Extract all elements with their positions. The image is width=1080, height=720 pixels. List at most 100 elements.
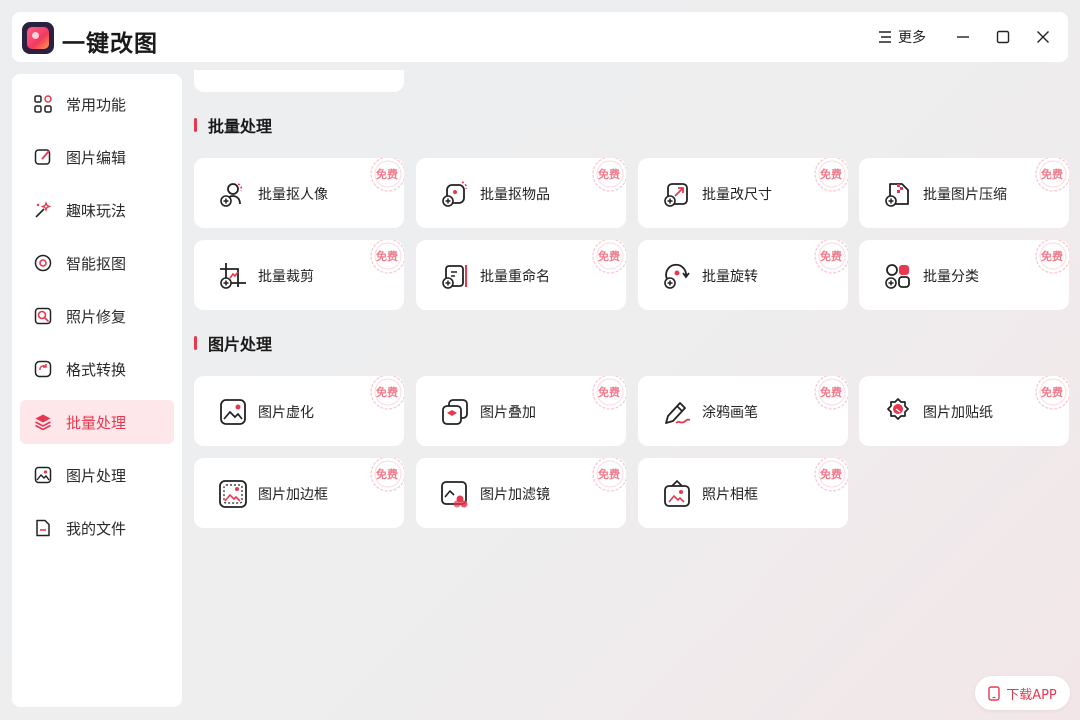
classify-icon — [885, 264, 910, 289]
sidebar-item-my-files[interactable]: 我的文件 — [20, 506, 174, 550]
free-badge: 免费 — [598, 468, 620, 481]
more-button[interactable]: 更多 — [878, 26, 926, 48]
card-label: 批量抠人像 — [258, 187, 328, 203]
sidebar-item-photo-repair[interactable]: 照片修复 — [20, 294, 174, 338]
border-icon — [219, 480, 247, 508]
card-label: 照片相框 — [702, 487, 758, 503]
card-label: 批量图片压缩 — [923, 187, 1007, 203]
free-badge: 免费 — [376, 468, 398, 481]
card-label: 批量改尺寸 — [702, 187, 772, 203]
card-label: 批量抠物品 — [480, 187, 550, 203]
free-badge: 免费 — [376, 168, 398, 181]
free-badge: 免费 — [376, 386, 398, 399]
card-image-sticker[interactable]: 图片加贴纸 免费 — [859, 376, 1069, 446]
close-button[interactable] — [1030, 24, 1056, 50]
free-badge: 免费 — [1041, 168, 1063, 181]
app-title: 一键改图 — [62, 31, 158, 57]
sidebar-item-label: 批量处理 — [66, 414, 127, 432]
sidebar: 常用功能 图片编辑 趣味玩法 智能抠图 照片修复 格式转换 批量处理 图片处理 … — [12, 74, 182, 707]
sidebar-item-common[interactable]: 常用功能 — [20, 82, 174, 126]
free-badge: 免费 — [376, 250, 398, 263]
card-batch-portrait-cutout[interactable]: 批量抠人像 免费 — [194, 158, 404, 228]
card-label: 涂鸦画笔 — [702, 405, 758, 421]
maximize-button[interactable] — [990, 24, 1016, 50]
sidebar-item-fun[interactable]: 趣味玩法 — [20, 188, 174, 232]
layers-icon — [35, 414, 51, 431]
partial-card — [194, 70, 404, 92]
compress-icon — [885, 183, 909, 207]
card-doodle-pen[interactable]: 涂鸦画笔 免费 — [638, 376, 848, 446]
sidebar-item-format-convert[interactable]: 格式转换 — [20, 347, 174, 391]
maximize-icon — [996, 30, 1010, 44]
filter-icon — [441, 481, 468, 508]
free-badge: 免费 — [1041, 386, 1063, 399]
download-app-label: 下载APP — [1006, 687, 1057, 703]
sidebar-item-label: 趣味玩法 — [66, 202, 127, 220]
section-title-text: 批量处理 — [208, 117, 273, 136]
card-label: 图片加边框 — [258, 487, 328, 503]
card-label: 批量裁剪 — [258, 269, 314, 285]
close-icon — [1037, 31, 1049, 43]
minimize-button[interactable] — [950, 24, 976, 50]
card-label: 批量分类 — [923, 269, 979, 285]
resize-icon — [664, 183, 688, 207]
repair-icon — [34, 307, 52, 325]
card-label: 图片叠加 — [480, 405, 536, 421]
card-image-border[interactable]: 图片加边框 免费 — [194, 458, 404, 528]
sidebar-item-smart-cutout[interactable]: 智能抠图 — [20, 241, 174, 285]
app-logo-icon — [22, 22, 54, 54]
section-title-image: 图片处理 — [194, 333, 273, 354]
menu-icon — [879, 31, 891, 43]
card-label: 图片加滤镜 — [480, 487, 550, 503]
free-badge: 免费 — [598, 168, 620, 181]
edit-icon — [34, 149, 51, 165]
rotate-icon — [664, 263, 690, 289]
object-cutout-icon — [442, 181, 468, 207]
card-image-overlay[interactable]: 图片叠加 免费 — [416, 376, 626, 446]
phone-icon — [988, 685, 1000, 701]
free-badge: 免费 — [820, 168, 842, 181]
card-label: 批量旋转 — [702, 269, 758, 285]
card-image-blur[interactable]: 图片虚化 免费 — [194, 376, 404, 446]
sidebar-item-label: 图片处理 — [66, 467, 127, 485]
card-image-filter[interactable]: 图片加滤镜 免费 — [416, 458, 626, 528]
card-batch-rotate[interactable]: 批量旋转 免费 — [638, 240, 848, 310]
image-icon — [34, 466, 52, 484]
free-badge: 免费 — [1041, 250, 1063, 263]
card-label: 图片加贴纸 — [923, 405, 993, 421]
card-batch-compress[interactable]: 批量图片压缩 免费 — [859, 158, 1069, 228]
sidebar-item-image-edit[interactable]: 图片编辑 — [20, 135, 174, 179]
pen-icon — [665, 402, 691, 424]
section-title-batch: 批量处理 — [194, 115, 273, 136]
card-batch-crop[interactable]: 批量裁剪 免费 — [194, 240, 404, 310]
file-icon — [36, 519, 50, 537]
free-badge: 免费 — [598, 250, 620, 263]
sidebar-item-batch[interactable]: 批量处理 — [20, 400, 174, 444]
free-badge: 免费 — [820, 250, 842, 263]
sticker-icon — [887, 398, 909, 420]
magic-wand-icon — [35, 201, 52, 218]
card-label: 图片虚化 — [258, 405, 314, 421]
card-photo-frame[interactable]: 照片相框 免费 — [638, 458, 848, 528]
blur-icon — [220, 399, 246, 425]
overlay-icon — [442, 399, 468, 425]
download-app-button[interactable]: 下载APP — [975, 676, 1070, 710]
sidebar-item-image-process[interactable]: 图片处理 — [20, 453, 174, 497]
card-batch-object-cutout[interactable]: 批量抠物品 免费 — [416, 158, 626, 228]
rename-icon — [442, 265, 467, 289]
sidebar-item-label: 我的文件 — [66, 520, 127, 538]
section-title-text: 图片处理 — [208, 335, 273, 354]
card-batch-classify[interactable]: 批量分类 免费 — [859, 240, 1069, 310]
photo-frame-icon — [664, 479, 690, 507]
card-batch-rename[interactable]: 批量重命名 免费 — [416, 240, 626, 310]
minimize-icon — [957, 36, 969, 38]
grid-icon — [34, 95, 52, 113]
crop-icon — [220, 263, 246, 289]
sidebar-item-label: 常用功能 — [66, 96, 127, 114]
sidebar-item-label: 照片修复 — [66, 308, 127, 326]
card-batch-resize[interactable]: 批量改尺寸 免费 — [638, 158, 848, 228]
card-label: 批量重命名 — [480, 269, 550, 285]
portrait-cutout-icon — [220, 183, 243, 207]
more-label: 更多 — [898, 30, 926, 46]
free-badge: 免费 — [598, 386, 620, 399]
